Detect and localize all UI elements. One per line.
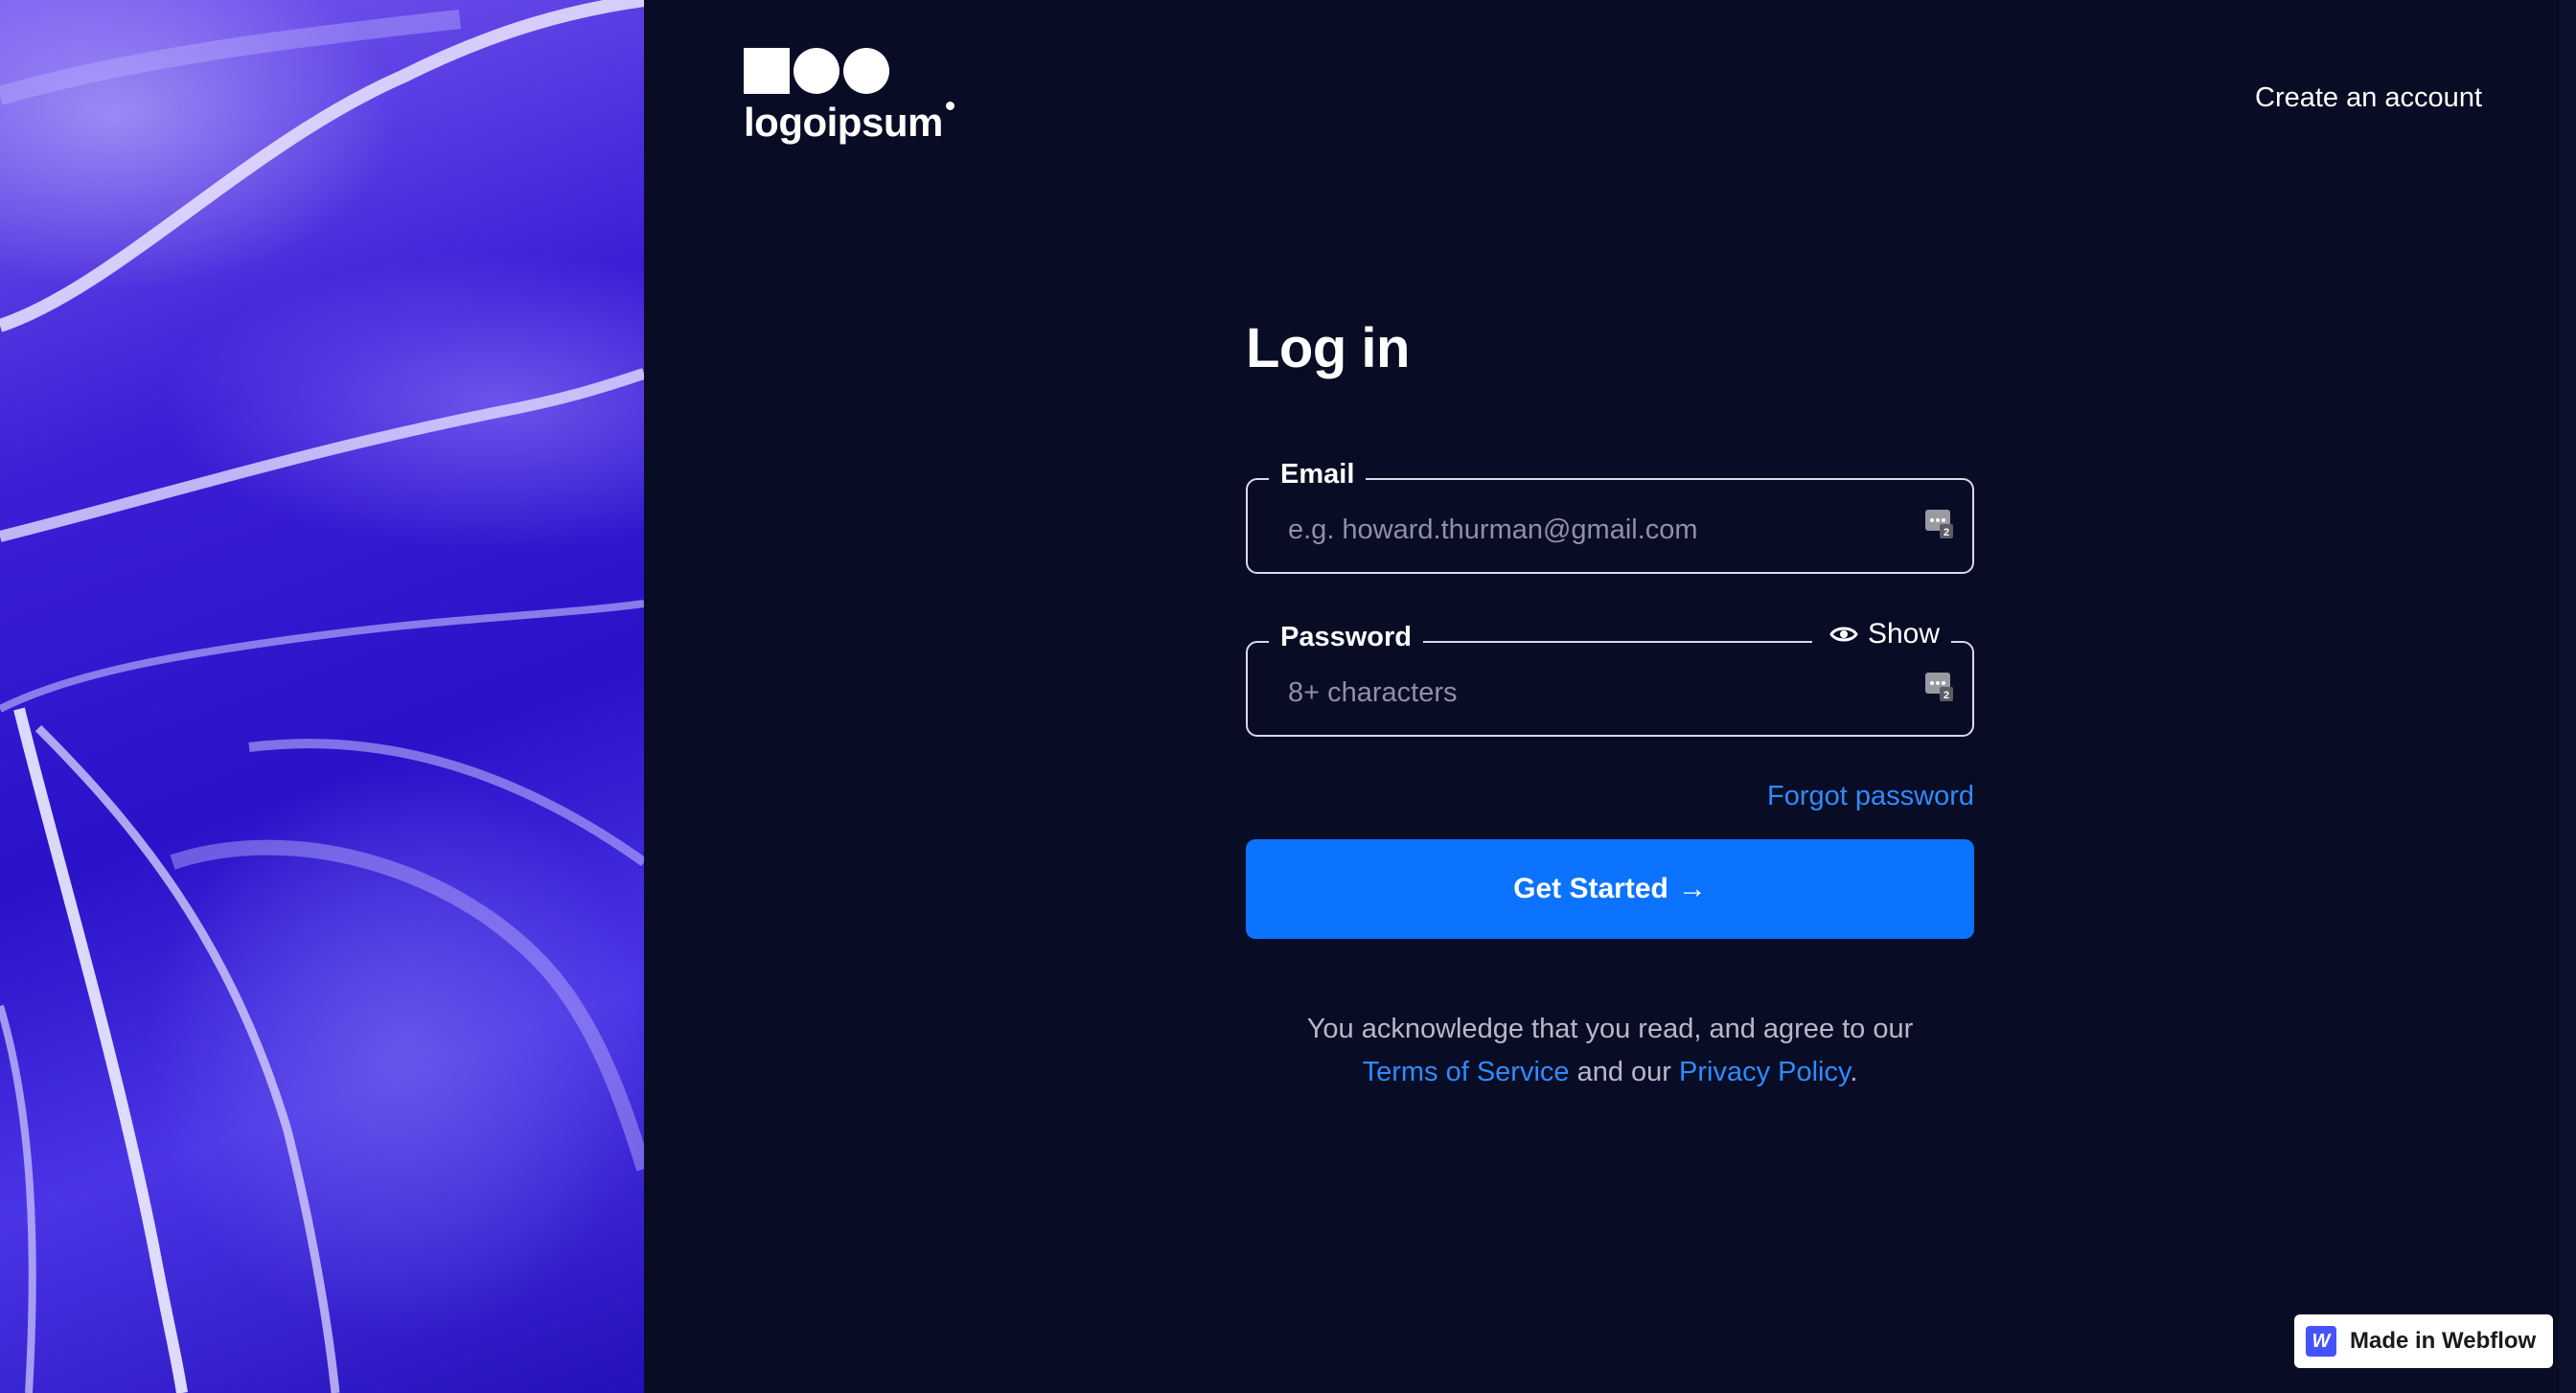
login-form: Log in Email 2 Password (1246, 316, 1974, 1094)
svg-text:2: 2 (1944, 690, 1949, 701)
get-started-label: Get Started (1513, 873, 1668, 904)
email-input[interactable] (1248, 480, 1972, 572)
email-field[interactable]: Email 2 (1246, 459, 1974, 574)
webflow-badge-label: Made in Webflow (2350, 1328, 2537, 1354)
create-account-link[interactable]: Create an account (2255, 82, 2482, 114)
eye-icon (1829, 627, 1858, 642)
legal-notice: You acknowledge that you read, and agree… (1306, 1014, 1914, 1087)
password-manager-key-icon[interactable]: 2 (1924, 509, 1955, 539)
logo-text: logoipsum (744, 100, 954, 146)
arrow-right-icon: → (1677, 873, 1707, 904)
scrollbar[interactable] (2559, 0, 2576, 1393)
privacy-policy-link[interactable]: Privacy Policy (1679, 1057, 1850, 1087)
forgot-password-link[interactable]: Forgot password (1246, 781, 1974, 812)
brand-logo[interactable]: logoipsum (744, 48, 954, 146)
made-in-webflow-badge[interactable]: W Made in Webflow (2294, 1314, 2553, 1368)
password-field[interactable]: Password Show 2 (1246, 618, 1974, 737)
password-manager-key-icon[interactable]: 2 (1924, 672, 1955, 702)
logo-mark (744, 48, 943, 94)
login-page: logoipsum Create an account Log in Email… (0, 0, 2576, 1393)
password-input[interactable] (1248, 643, 1972, 735)
fluid-swirl-graphic (0, 0, 644, 1393)
terms-of-service-link[interactable]: Terms of Service (1363, 1057, 1570, 1087)
login-panel: logoipsum Create an account Log in Email… (644, 0, 2576, 1393)
legal-and-text: and our (1576, 1057, 1671, 1087)
legal-text: You acknowledge that you read, and agree… (1306, 1014, 1914, 1044)
webflow-icon: W (2306, 1326, 2336, 1357)
page-title: Log in (1246, 317, 1410, 379)
abstract-fluid-art (0, 0, 644, 1393)
get-started-button[interactable]: Get Started → (1246, 839, 1974, 939)
svg-text:2: 2 (1944, 527, 1949, 538)
